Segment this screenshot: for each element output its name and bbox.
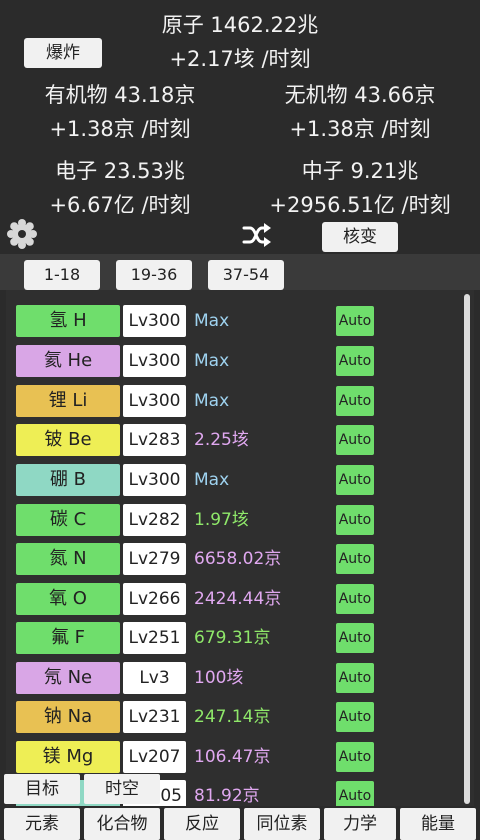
nav-mechanics[interactable]: 力学 — [324, 808, 396, 840]
auto-button[interactable]: Auto — [336, 544, 374, 574]
inorganic-count: 无机物 43.66京 — [284, 83, 436, 107]
auto-button[interactable]: Auto — [336, 623, 374, 653]
element-row-f: 氟 F Lv251 679.31京 Auto — [16, 622, 376, 654]
auto-button[interactable]: Auto — [336, 306, 374, 336]
element-value: 1.97垓 — [194, 510, 249, 530]
auto-button[interactable]: Auto — [336, 386, 374, 416]
element-row-c: 碳 C Lv282 1.97垓 Auto — [16, 504, 376, 536]
element-row-he: 氦 He Lv300 Max Auto — [16, 345, 376, 377]
element-value: 6658.02京 — [194, 549, 282, 569]
element-level: Lv231 — [123, 701, 186, 733]
atom-rate: +2.17垓 /时刻 — [169, 47, 311, 71]
element-name[interactable]: 铍 Be — [16, 424, 120, 456]
element-value: 679.31京 — [194, 628, 271, 648]
element-level: Lv283 — [123, 424, 186, 456]
element-name[interactable]: 锂 Li — [16, 385, 120, 417]
element-name[interactable]: 氮 N — [16, 543, 120, 575]
element-level: Lv279 — [123, 543, 186, 575]
element-row-mg: 镁 Mg Lv207 106.47京 Auto — [16, 741, 376, 773]
organic-rate: +1.38京 /时刻 — [49, 117, 191, 141]
element-level: Lv300 — [123, 345, 186, 377]
element-value: 2424.44京 — [194, 589, 282, 609]
nav-compounds[interactable]: 化合物 — [84, 808, 160, 840]
element-value: 2.25垓 — [194, 430, 249, 450]
element-row-h: 氢 H Lv300 Max Auto — [16, 305, 376, 337]
neutron-count: 中子 9.21兆 — [301, 159, 419, 183]
auto-button[interactable]: Auto — [336, 663, 374, 693]
element-name[interactable]: 钠 Na — [16, 701, 120, 733]
electron-count: 电子 23.53兆 — [55, 159, 185, 183]
element-value: Max — [194, 391, 230, 411]
element-row-be: 铍 Be Lv283 2.25垓 Auto — [16, 424, 376, 456]
auto-button[interactable]: Auto — [336, 425, 374, 455]
element-value: 106.47京 — [194, 747, 271, 767]
element-value: 100垓 — [194, 668, 244, 688]
element-name[interactable]: 碳 C — [16, 504, 120, 536]
neutron-rate: +2956.51亿 /时刻 — [269, 193, 451, 217]
spacetime-button[interactable]: 时空 — [84, 774, 160, 804]
nav-isotopes[interactable]: 同位素 — [244, 808, 320, 840]
nav-reactions[interactable]: 反应 — [164, 808, 240, 840]
organic-count: 有机物 43.18京 — [44, 83, 196, 107]
element-level: Lv3 — [123, 662, 186, 694]
element-level: Lv207 — [123, 741, 186, 773]
gear-icon[interactable] — [6, 218, 38, 250]
element-row-b: 硼 B Lv300 Max Auto — [16, 464, 376, 496]
nav-elements[interactable]: 元素 — [4, 808, 80, 840]
explode-button[interactable]: 爆炸 — [24, 38, 102, 68]
goal-button[interactable]: 目标 — [4, 774, 80, 804]
list-scrollbar[interactable] — [464, 294, 470, 804]
element-row-ne: 氖 Ne Lv3 100垓 Auto — [16, 662, 376, 694]
auto-button[interactable]: Auto — [336, 465, 374, 495]
element-value: Max — [194, 311, 230, 331]
atom-count: 原子 1462.22兆 — [161, 13, 319, 37]
element-level: Lv266 — [123, 583, 186, 615]
element-level: Lv251 — [123, 622, 186, 654]
element-value: 247.14京 — [194, 707, 271, 727]
element-name[interactable]: 氟 F — [16, 622, 120, 654]
element-row-o: 氧 O Lv266 2424.44京 Auto — [16, 583, 376, 615]
auto-button[interactable]: Auto — [336, 584, 374, 614]
shuffle-icon[interactable] — [242, 222, 272, 248]
element-level: Lv300 — [123, 305, 186, 337]
element-value: Max — [194, 351, 230, 371]
fission-button[interactable]: 核变 — [322, 222, 398, 252]
element-row-n: 氮 N Lv279 6658.02京 Auto — [16, 543, 376, 575]
element-name[interactable]: 氢 H — [16, 305, 120, 337]
nav-energy[interactable]: 能量 — [400, 808, 476, 840]
element-level: Lv300 — [123, 464, 186, 496]
tab-19-36[interactable]: 19-36 — [116, 260, 192, 290]
tab-37-54[interactable]: 37-54 — [208, 260, 284, 290]
element-list[interactable]: 氢 H Lv300 Max Auto 氦 He Lv300 Max Auto 锂… — [6, 290, 474, 810]
element-value: Max — [194, 470, 230, 490]
auto-button[interactable]: Auto — [336, 346, 374, 376]
element-name[interactable]: 氦 He — [16, 345, 120, 377]
auto-button[interactable]: Auto — [336, 505, 374, 535]
element-name[interactable]: 氖 Ne — [16, 662, 120, 694]
electron-rate: +6.67亿 /时刻 — [49, 193, 191, 217]
element-level: Lv282 — [123, 504, 186, 536]
element-row-li: 锂 Li Lv300 Max Auto — [16, 385, 376, 417]
element-name[interactable]: 镁 Mg — [16, 741, 120, 773]
element-name[interactable]: 氧 O — [16, 583, 120, 615]
element-name[interactable]: 硼 B — [16, 464, 120, 496]
inorganic-rate: +1.38京 /时刻 — [289, 117, 431, 141]
element-level: Lv300 — [123, 385, 186, 417]
auto-button[interactable]: Auto — [336, 702, 374, 732]
auto-button[interactable]: Auto — [336, 742, 374, 772]
element-row-na: 钠 Na Lv231 247.14京 Auto — [16, 701, 376, 733]
tab-1-18[interactable]: 1-18 — [24, 260, 100, 290]
